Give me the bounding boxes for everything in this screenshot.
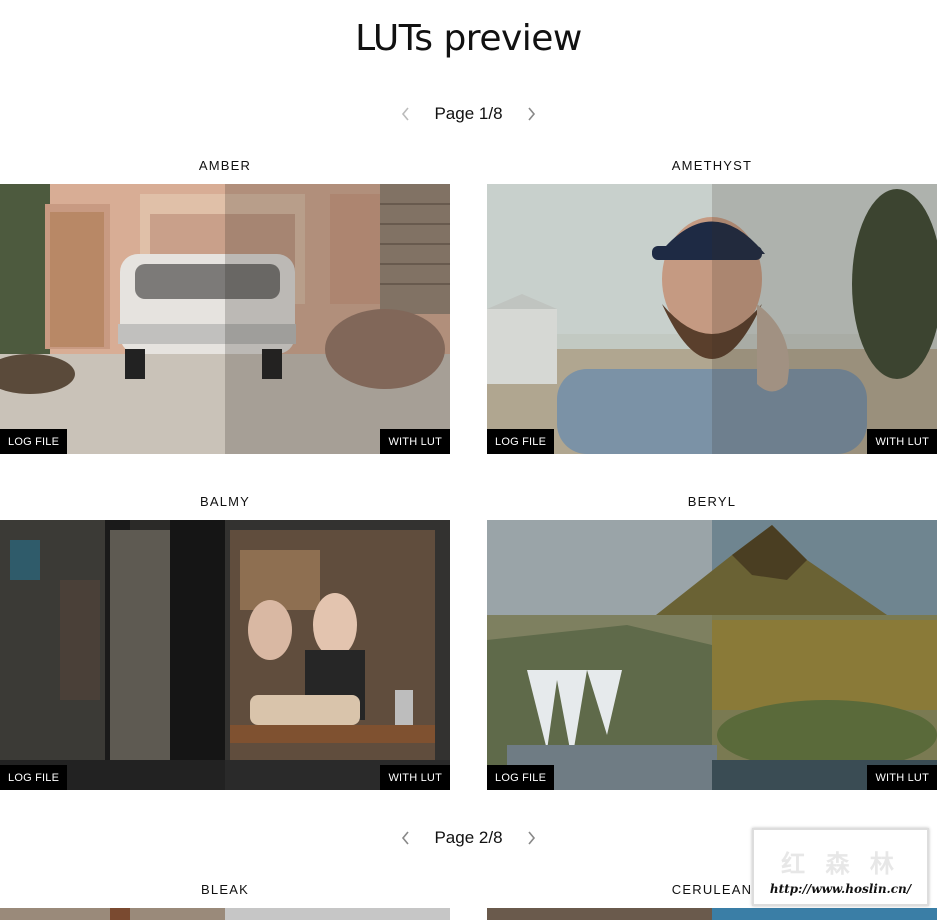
watermark-url: http://www.hoslin.cn/ bbox=[769, 882, 912, 896]
log-file-badge: LOG FILE bbox=[487, 429, 555, 454]
lut-title-bleak: BLEAK bbox=[201, 882, 249, 897]
with-lut-badge: WITH LUT bbox=[380, 765, 450, 790]
page-indicator: Page 2/8 bbox=[434, 828, 503, 847]
log-file-badge: LOG FILE bbox=[0, 765, 68, 790]
with-lut-badge: WITH LUT bbox=[867, 765, 937, 790]
lut-preview-balmy[interactable]: LOG FILE WITH LUT bbox=[0, 520, 450, 790]
chevron-right-icon[interactable] bbox=[520, 827, 542, 849]
pagination-1: Page 1/8 bbox=[0, 99, 937, 129]
watermark-logo: 红 森 林 http://www.hoslin.cn/ bbox=[752, 828, 929, 906]
chevron-left-icon[interactable] bbox=[395, 827, 417, 849]
with-lut-badge: WITH LUT bbox=[867, 429, 937, 454]
page-indicator: Page 1/8 bbox=[434, 104, 503, 123]
lut-title-beryl: BERYL bbox=[687, 494, 737, 509]
chevron-left-icon[interactable] bbox=[395, 103, 417, 125]
lut-title-amber: AMBER bbox=[198, 158, 252, 173]
lut-preview-beryl[interactable]: LOG FILE WITH LUT bbox=[487, 520, 937, 790]
log-file-badge: LOG FILE bbox=[0, 429, 68, 454]
page-title: LUTs preview bbox=[355, 18, 582, 59]
lut-title-amethyst: AMETHYST bbox=[671, 158, 753, 173]
with-lut-badge: WITH LUT bbox=[380, 429, 450, 454]
lut-title-balmy: BALMY bbox=[199, 494, 251, 509]
lut-preview-amber[interactable]: LOG FILE WITH LUT bbox=[0, 184, 450, 454]
lut-preview-amethyst[interactable]: LOG FILE WITH LUT bbox=[487, 184, 937, 454]
log-file-badge: LOG FILE bbox=[487, 765, 555, 790]
chevron-right-icon[interactable] bbox=[520, 103, 542, 125]
lut-preview-bleak[interactable] bbox=[0, 908, 450, 920]
lut-preview-cerulean[interactable] bbox=[487, 908, 937, 920]
watermark-text: 红 森 林 bbox=[781, 849, 900, 878]
